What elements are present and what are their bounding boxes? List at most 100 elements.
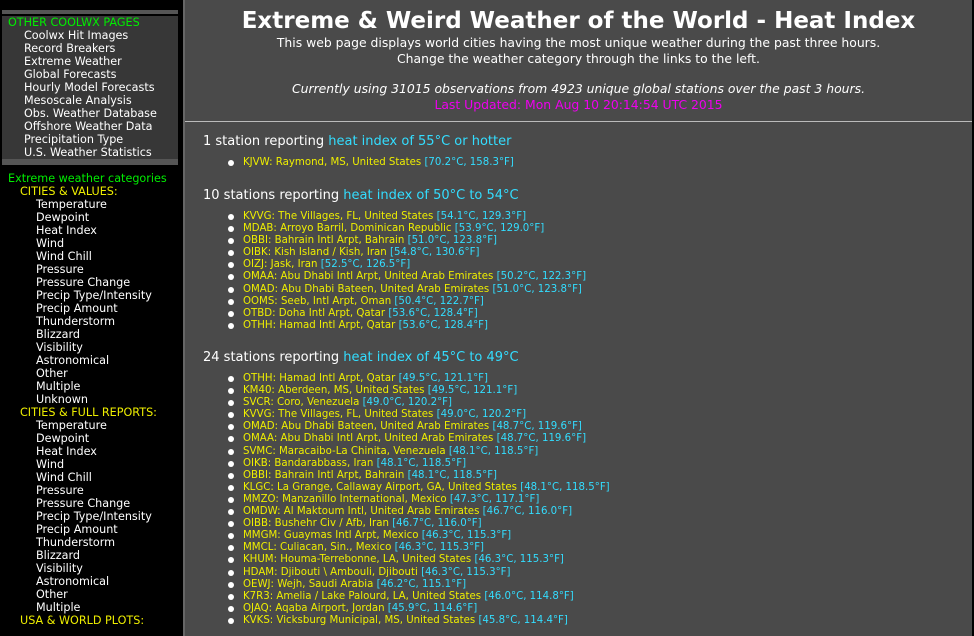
sidebar-link[interactable]: Pressure Change bbox=[2, 276, 178, 289]
station-values: [50.4°C, 122.7°F] bbox=[394, 295, 484, 307]
station-name: OIBB: Bushehr Civ / Afb, Iran bbox=[243, 518, 389, 530]
station-values: [46.7°C, 116.0°F] bbox=[392, 518, 482, 530]
sidebar-link[interactable]: Blizzard bbox=[2, 328, 178, 341]
sidebar-link[interactable]: Other bbox=[2, 588, 178, 601]
sidebar-link[interactable]: Mesoscale Analysis bbox=[2, 94, 178, 107]
station-values: [45.8°C, 114.4°F] bbox=[478, 614, 568, 626]
sidebar-link[interactable]: Thunderstorm bbox=[2, 315, 178, 328]
station-item[interactable]: KVVG: The Villages, FL, United States [5… bbox=[223, 211, 586, 223]
sidebar-link[interactable]: Blizzard bbox=[2, 549, 178, 562]
sidebar-link[interactable]: Wind bbox=[2, 458, 178, 471]
sidebar-link[interactable]: Unknown bbox=[2, 393, 178, 406]
station-item[interactable]: OMAD: Abu Dhabi Bateen, United Arab Emir… bbox=[223, 284, 586, 296]
station-name: OMAA: Abu Dhabi Intl Arpt, United Arab E… bbox=[243, 271, 494, 283]
sidebar-link[interactable]: U.S. Weather Statistics bbox=[2, 146, 178, 159]
group-range-link[interactable]: heat index of 45°C to 49°C bbox=[343, 350, 518, 365]
station-item[interactable]: KHUM: Houma-Terrebonne, LA, United State… bbox=[223, 554, 610, 566]
station-name: MMCL: Culiacan, Sin., Mexico bbox=[243, 542, 392, 554]
station-item[interactable]: OMDW: Al Maktoum Intl, United Arab Emira… bbox=[223, 506, 610, 518]
sidebar-link[interactable]: Thunderstorm bbox=[2, 536, 178, 549]
station-item[interactable]: OOMS: Seeb, Intl Arpt, Oman [50.4°C, 122… bbox=[223, 296, 586, 308]
sidebar-link[interactable]: Temperature bbox=[2, 419, 178, 432]
station-name: OIZJ: Jask, Iran bbox=[243, 259, 318, 271]
station-item[interactable]: OEWJ: Wejh, Saudi Arabia [46.2°C, 115.1°… bbox=[223, 579, 610, 591]
group-range-link[interactable]: heat index of 50°C to 54°C bbox=[343, 188, 518, 203]
station-item[interactable]: SVCR: Coro, Venezuela [49.0°C, 120.2°F] bbox=[223, 397, 610, 409]
sidebar-link[interactable]: Pressure Change bbox=[2, 497, 178, 510]
sidebar-link[interactable]: Precip Amount bbox=[2, 302, 178, 315]
sidebar-link[interactable]: Dewpoint bbox=[2, 211, 178, 224]
station-name: KJVW: Raymond, MS, United States bbox=[243, 157, 422, 168]
sidebar-link[interactable]: Precip Type/Intensity bbox=[2, 289, 178, 302]
sidebar-link[interactable]: Pressure bbox=[2, 263, 178, 276]
sidebar-link[interactable]: Temperature bbox=[2, 198, 178, 211]
station-item[interactable]: SVMC: Maracaibo-La Chinita, Venezuela [4… bbox=[223, 446, 610, 458]
sidebar-link[interactable]: Coolwx Hit Images bbox=[2, 29, 178, 42]
intro-line-2: Change the weather category through the … bbox=[397, 51, 760, 66]
sidebar-link[interactable]: Obs. Weather Database bbox=[2, 107, 178, 120]
cities-full-reports-title: CITIES & FULL REPORTS: bbox=[20, 406, 157, 419]
station-item[interactable]: OTHH: Hamad Intl Arpt, Qatar [49.5°C, 12… bbox=[223, 373, 610, 385]
coolwx-pages-title: OTHER COOLWX PAGES bbox=[8, 16, 140, 29]
sidebar-link[interactable]: Multiple bbox=[2, 601, 178, 614]
station-item[interactable]: KLGC: La Grange, Callaway Airport, GA, U… bbox=[223, 482, 610, 494]
station-item[interactable]: OIBB: Bushehr Civ / Afb, Iran [46.7°C, 1… bbox=[223, 518, 610, 530]
station-item[interactable]: OIKB: Bandarabbass, Iran [48.1°C, 118.5°… bbox=[223, 458, 610, 470]
sidebar-link[interactable]: Heat Index bbox=[2, 224, 178, 237]
station-item[interactable]: K7R3: Amelia / Lake Palourd, LA, United … bbox=[223, 591, 610, 603]
station-values: [46.3°C, 115.3°F] bbox=[421, 530, 512, 542]
station-item[interactable]: KJVW: Raymond, MS, United States [70.2°C… bbox=[223, 157, 514, 169]
station-item[interactable]: MMZO: Manzanillo International, Mexico [… bbox=[223, 494, 610, 506]
sidebar-link[interactable]: Record Breakers bbox=[2, 42, 178, 55]
coolwx-pages-list: Coolwx Hit Images Record Breakers Extreme … bbox=[2, 29, 178, 159]
station-item[interactable]: OBBI: Bahrain Intl Arpt, Bahrain [48.1°C… bbox=[223, 470, 610, 482]
station-item[interactable]: OMAD: Abu Dhabi Bateen, United Arab Emir… bbox=[223, 421, 610, 433]
station-name: OJAQ: Aqaba Airport, Jordan bbox=[243, 602, 385, 614]
station-item[interactable]: OJAQ: Aqaba Airport, Jordan [45.9°C, 114… bbox=[223, 603, 610, 615]
station-item[interactable]: OIBK: Kish Island / Kish, Iran [54.8°C, … bbox=[223, 247, 586, 259]
sidebar: OTHER COOLWX PAGES Coolwx Hit Images Reco… bbox=[2, 10, 178, 636]
sidebar-link[interactable]: Pressure bbox=[2, 484, 178, 497]
sidebar-link[interactable]: Heat Index bbox=[2, 445, 178, 458]
sidebar-link[interactable]: Offshore Weather Data bbox=[2, 120, 178, 133]
sidebar-link[interactable]: Precip Amount bbox=[2, 523, 178, 536]
station-item[interactable]: HDAM: Djibouti \ Ambouli, Djibouti [46.3… bbox=[223, 567, 610, 579]
sidebar-link[interactable]: Astronomical bbox=[2, 575, 178, 588]
station-item[interactable]: MDAB: Arroyo Barril, Dominican Republic … bbox=[223, 223, 586, 235]
sidebar-link[interactable]: Wind bbox=[2, 237, 178, 250]
station-name: OEWJ: Wejh, Saudi Arabia bbox=[243, 578, 374, 590]
sidebar-link[interactable]: Other bbox=[2, 367, 178, 380]
station-item[interactable]: OMAA: Abu Dhabi Intl Arpt, United Arab E… bbox=[223, 433, 610, 445]
sidebar-link[interactable]: Multiple bbox=[2, 380, 178, 393]
sidebar-link[interactable]: Visibility bbox=[2, 562, 178, 575]
station-values: [52.5°C, 126.5°F] bbox=[320, 259, 411, 271]
sidebar-link[interactable]: Global Forecasts bbox=[2, 68, 178, 81]
sidebar-link[interactable]: Extreme Weather bbox=[2, 55, 178, 68]
station-item[interactable]: KVVG: The Villages, FL, United States [4… bbox=[223, 409, 610, 421]
sidebar-link[interactable]: Precip Type/Intensity bbox=[2, 510, 178, 523]
sidebar-link[interactable]: Wind Chill bbox=[2, 250, 178, 263]
coolwx-pages-block: OTHER COOLWX PAGES Coolwx Hit Images Reco… bbox=[2, 16, 178, 165]
station-item[interactable]: MMGM: Guaymas Intl Arpt, Mexico [46.3°C,… bbox=[223, 530, 610, 542]
sidebar-link[interactable]: Wind Chill bbox=[2, 471, 178, 484]
station-name: KLGC: La Grange, Callaway Airport, GA, U… bbox=[243, 481, 517, 493]
group-range-link[interactable]: heat index of 55°C or hotter bbox=[328, 134, 511, 149]
station-values: [46.2°C, 115.1°F] bbox=[376, 578, 467, 590]
station-item[interactable]: OMAA: Abu Dhabi Intl Arpt, United Arab E… bbox=[223, 271, 586, 283]
station-item[interactable]: OTBD: Doha Intl Arpt, Qatar [53.6°C, 128… bbox=[223, 308, 586, 320]
station-item[interactable]: KM40: Aberdeen, MS, United States [49.5°… bbox=[223, 385, 610, 397]
station-name: OTBD: Doha Intl Arpt, Qatar bbox=[243, 307, 386, 319]
station-item[interactable]: MMCL: Culiacan, Sin., Mexico [46.3°C, 11… bbox=[223, 542, 610, 554]
sidebar-link[interactable]: Astronomical bbox=[2, 354, 178, 367]
station-item[interactable]: OBBI: Bahrain Intl Arpt, Bahrain [51.0°C… bbox=[223, 235, 586, 247]
sidebar-link[interactable]: Dewpoint bbox=[2, 432, 178, 445]
sidebar-link[interactable]: Precipitation Type bbox=[2, 133, 178, 146]
group-heading: 24 stations reporting heat index of 45°C… bbox=[203, 350, 610, 366]
station-item[interactable]: OTHH: Hamad Intl Arpt, Qatar [53.6°C, 12… bbox=[223, 320, 586, 332]
sidebar-link[interactable]: Visibility bbox=[2, 341, 178, 354]
station-item[interactable]: OIZJ: Jask, Iran [52.5°C, 126.5°F] bbox=[223, 259, 586, 271]
sidebar-link[interactable]: Hourly Model Forecasts bbox=[2, 81, 178, 94]
station-item[interactable]: KVKS: Vicksburg Municipal, MS, United St… bbox=[223, 615, 610, 627]
station-values: [48.1°C, 118.5°F] bbox=[520, 481, 610, 493]
station-values: [51.0°C, 123.8°F] bbox=[407, 235, 498, 247]
